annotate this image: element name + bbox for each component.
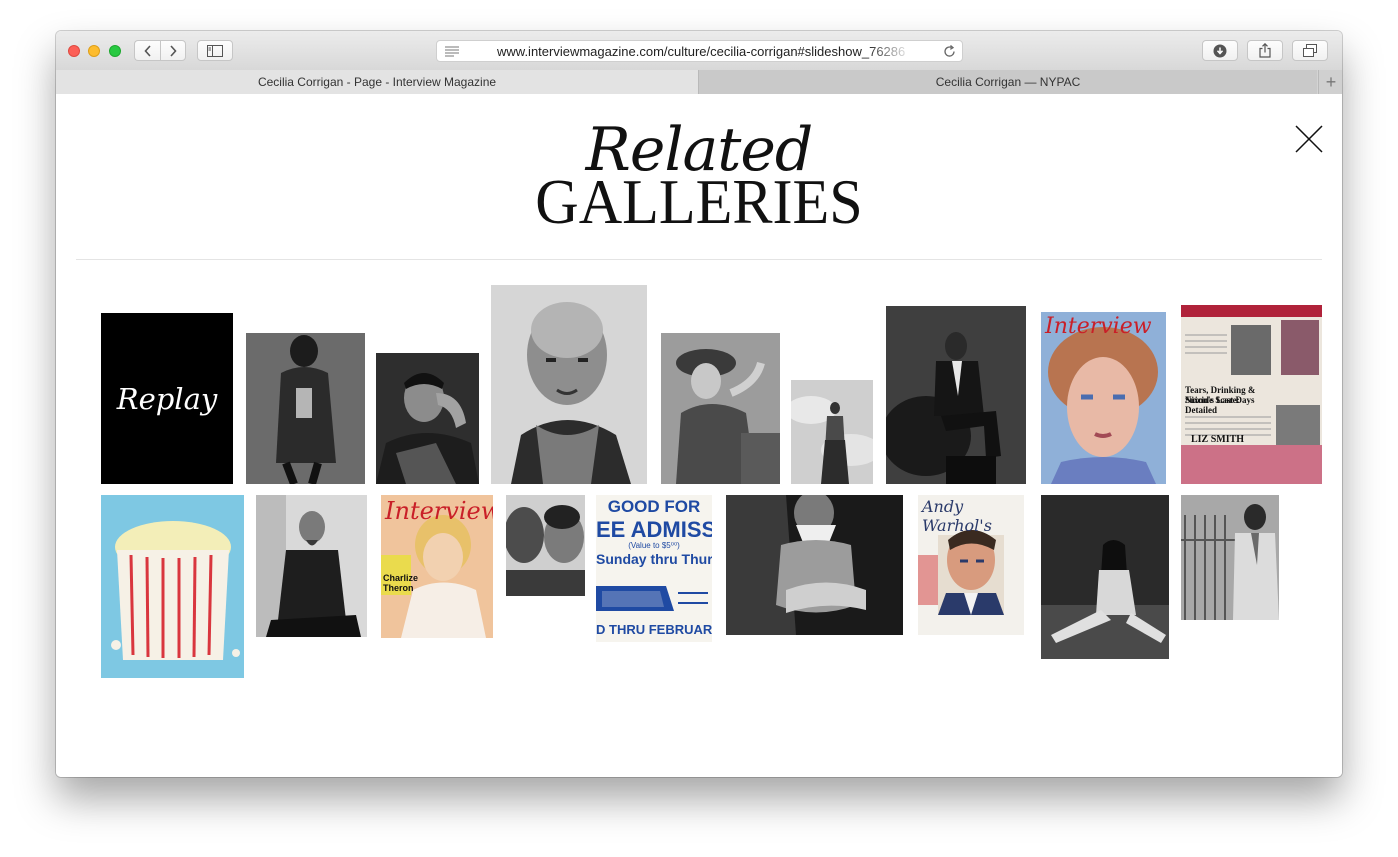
photo-illustration (726, 495, 903, 635)
sidebar-icon (207, 44, 223, 57)
ticket-line: D THRU FEBRUAR (596, 622, 712, 637)
cover-title: Andy Warhol's (922, 497, 992, 535)
tab-nypac[interactable]: Cecilia Corrigan — NYPAC (699, 70, 1317, 94)
tab-label: Cecilia Corrigan - Page - Interview Maga… (257, 75, 497, 89)
news-headline-2: Nixon's Last Days Detailed (1185, 395, 1255, 415)
new-tab-button[interactable]: + (1318, 70, 1342, 94)
ticket-line: Sunday thru Thurs (596, 551, 712, 567)
gallery-thumb-kiss[interactable] (506, 495, 585, 596)
tabs-overview-icon (1303, 44, 1317, 57)
url-text[interactable]: www.interviewmagazine.com/culture/cecili… (497, 44, 907, 59)
forward-icon (170, 44, 177, 57)
browser-window: www.interviewmagazine.com/culture/cecili… (56, 31, 1342, 777)
cover-name: Charlize Theron (383, 573, 419, 593)
cover-title: Interview (385, 497, 493, 525)
back-button[interactable] (134, 40, 160, 61)
page-content: Related GALLERIES Replay Interview Tears… (56, 94, 1342, 777)
gallery-thumb-charlize-cover[interactable]: Interview Charlize Theron (381, 495, 493, 638)
page-title-galleries: GALLERIES (535, 166, 863, 237)
navigation-buttons (134, 40, 187, 61)
photo-illustration (1181, 495, 1279, 620)
minimize-window-button[interactable] (88, 45, 100, 57)
photo-illustration (1041, 495, 1169, 659)
gallery-thumb-interview-cover-painting[interactable]: Interview (1041, 312, 1166, 484)
gallery-thumb-newspaper[interactable]: Tears, Drinking & Suicide Scare: Nixon's… (1181, 305, 1322, 484)
share-icon (1259, 43, 1271, 58)
browser-toolbar: www.interviewmagazine.com/culture/cecili… (56, 31, 1342, 71)
downloads-button[interactable] (1202, 40, 1238, 61)
gallery-thumb-woman-floor[interactable] (1041, 495, 1169, 659)
reader-icon[interactable] (445, 46, 459, 57)
replay-label: Replay (116, 381, 218, 416)
gallery-thumb-man-sitting[interactable] (256, 495, 367, 637)
photo-illustration (791, 380, 873, 484)
zoom-window-button[interactable] (109, 45, 121, 57)
cover-title: Interview (1045, 314, 1152, 339)
gallery-thumb-man-clouds[interactable] (791, 380, 873, 484)
gallery-thumb-woman-hat[interactable] (661, 333, 780, 484)
back-icon (143, 44, 151, 57)
tab-bar: Cecilia Corrigan - Page - Interview Maga… (56, 70, 1342, 95)
gallery-thumb-woman-forest[interactable] (246, 333, 365, 484)
gallery-thumb-man-sweater[interactable] (726, 495, 903, 635)
photo-illustration (886, 306, 1026, 484)
gallery-thumb-man-fence[interactable] (1181, 495, 1279, 620)
photo-illustration (491, 285, 647, 484)
tab-interview-magazine[interactable]: Cecilia Corrigan - Page - Interview Maga… (56, 70, 699, 94)
forward-button[interactable] (160, 40, 186, 61)
download-icon (1213, 44, 1227, 57)
photo-illustration (246, 333, 365, 484)
ticket-line: GOOD FOR (607, 497, 701, 516)
gallery-thumb-admission-ticket[interactable]: GOOD FOR EE ADMISS (Value to $5⁰⁰) Sunda… (596, 495, 712, 642)
tab-label: Cecilia Corrigan — NYPAC (935, 75, 1081, 89)
photo-illustration (256, 495, 367, 637)
close-icon[interactable] (1294, 124, 1324, 154)
new-tab-icon: + (1325, 71, 1337, 92)
gallery-thumb-popcorn[interactable] (101, 495, 244, 678)
gallery-thumb-man-hands[interactable] (376, 353, 479, 484)
address-bar[interactable]: www.interviewmagazine.com/culture/cecili… (436, 40, 963, 62)
photo-illustration (376, 353, 479, 484)
header-divider (76, 259, 1322, 260)
ticket-line: EE ADMISS (596, 517, 712, 542)
gallery-thumb-bald-man[interactable] (491, 285, 647, 484)
url-fade (867, 42, 912, 60)
photo-illustration (506, 495, 585, 596)
photo-illustration (101, 495, 244, 678)
tabs-overview-button[interactable] (1292, 40, 1328, 61)
share-button[interactable] (1247, 40, 1283, 61)
replay-tile[interactable]: Replay (101, 313, 233, 484)
ticket-logo (596, 586, 708, 611)
news-byline: LIZ SMITH (1191, 434, 1245, 445)
ticket-line: (Value to $5⁰⁰) (628, 541, 680, 550)
photo-illustration (661, 333, 780, 484)
gallery-thumb-warhol-cover[interactable]: Andy Warhol's (918, 495, 1024, 635)
gallery-thumb-man-leather[interactable] (886, 306, 1026, 484)
reload-icon[interactable] (943, 45, 956, 58)
close-window-button[interactable] (68, 45, 80, 57)
sidebar-button[interactable] (197, 40, 233, 61)
